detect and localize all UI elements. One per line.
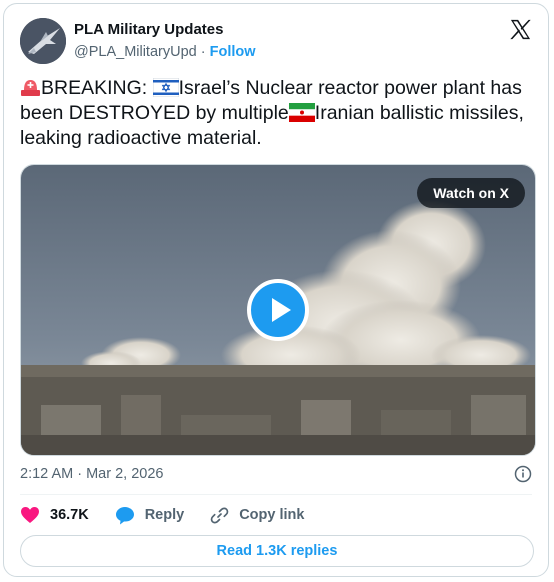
author-handle[interactable]: @PLA_MilitaryUpd (74, 44, 197, 60)
action-bar: 36.7K Reply Copy link (20, 504, 330, 526)
read-replies-button[interactable]: Read 1.3K replies (20, 535, 534, 567)
israel-flag-emoji-icon (152, 78, 179, 97)
copy-link-label: Copy link (239, 507, 305, 523)
iran-flag-emoji-icon (288, 103, 315, 122)
timestamp[interactable]: 2:12 AM · Mar 2, 2026 (20, 466, 163, 482)
info-icon[interactable] (514, 465, 532, 483)
avatar[interactable] (20, 18, 66, 64)
video-media[interactable]: Watch on X (20, 164, 536, 456)
reply-button[interactable]: Reply (115, 506, 185, 525)
reply-bubble-icon (115, 506, 134, 524)
link-icon (210, 507, 229, 523)
x-logo-icon[interactable] (509, 18, 532, 41)
divider (20, 494, 532, 495)
reply-label: Reply (144, 507, 185, 523)
follow-link[interactable]: Follow (210, 44, 256, 60)
heart-icon (21, 507, 39, 523)
fighter-jet-icon (20, 18, 66, 64)
watch-on-x-button[interactable]: Watch on X (417, 178, 525, 208)
tweet-card: PLA Military Updates @PLA_MilitaryUpd · … (3, 3, 549, 577)
alarm-emoji-icon (21, 80, 40, 96)
tweet-text: BREAKING: Israel’s Nuclear reactor power… (20, 76, 540, 151)
author-name[interactable]: PLA Military Updates (74, 21, 223, 38)
separator-dot: · (200, 44, 206, 60)
like-count: 36.7K (50, 507, 89, 523)
author-handle-row: @PLA_MilitaryUpd · Follow (74, 44, 256, 60)
tweet-text-part-1: BREAKING: (41, 77, 153, 99)
like-button[interactable]: 36.7K (20, 506, 89, 524)
copy-link-button[interactable]: Copy link (210, 506, 304, 525)
play-icon (272, 298, 291, 322)
play-button[interactable] (247, 279, 309, 341)
